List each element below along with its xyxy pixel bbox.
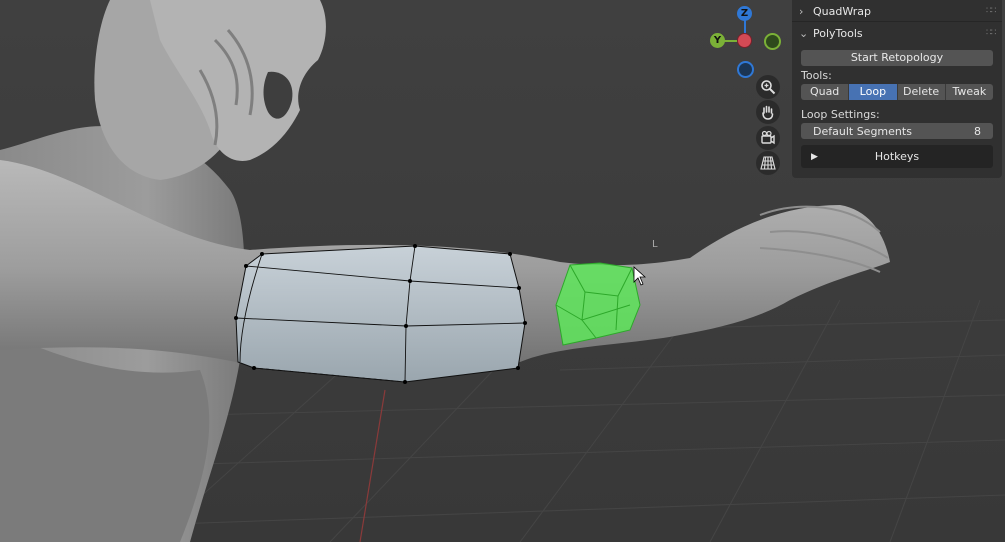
chevron-right-icon: › — [799, 4, 804, 18]
sidebar-panel: › QuadWrap ∷∷ ⌄ PolyTools ∷∷ Start Retop… — [792, 0, 1002, 178]
camera-icon — [761, 130, 775, 145]
viewport-overlay-label: L — [652, 239, 658, 250]
hotkeys-label: Hotkeys — [874, 150, 920, 163]
quadwrap-panel-header[interactable]: › QuadWrap ∷∷ — [792, 1, 1002, 21]
gizmo-x-axis[interactable] — [737, 33, 752, 48]
default-segments-value: 8 — [974, 124, 981, 138]
gizmo-z-axis[interactable]: Z — [737, 6, 752, 21]
retopo-mesh[interactable] — [235, 245, 526, 383]
hotkeys-subpanel-toggle[interactable]: ▶ Hotkeys — [801, 145, 993, 168]
gizmo-neg-z-axis[interactable] — [737, 61, 754, 78]
triangle-right-icon: ▶ — [811, 151, 818, 162]
tool-delete-button[interactable]: Delete — [897, 84, 946, 100]
tool-quad-button[interactable]: Quad — [801, 84, 850, 100]
gizmo-y-label: Y — [713, 35, 722, 46]
grid-perspective-icon — [760, 156, 776, 170]
tools-label: Tools: — [801, 69, 832, 82]
gizmo-neg-x-axis[interactable] — [764, 33, 781, 50]
navigation-gizmo[interactable]: Z Y — [706, 4, 782, 80]
chevron-down-icon: ⌄ — [799, 26, 809, 40]
tools-segmented-control: Quad Loop Delete Tweak — [801, 84, 993, 100]
polytools-panel-header[interactable]: ⌄ PolyTools ∷∷ — [792, 23, 1002, 43]
zoom-button[interactable] — [756, 75, 780, 99]
tool-tweak-button[interactable]: Tweak — [945, 84, 993, 100]
default-segments-field[interactable]: Default Segments 8 — [801, 123, 993, 139]
gizmo-y-axis[interactable]: Y — [710, 33, 725, 48]
loop-settings-label: Loop Settings: — [801, 108, 880, 121]
default-segments-label: Default Segments — [813, 124, 912, 138]
gizmo-z-label: Z — [740, 8, 749, 19]
zoom-icon — [761, 80, 776, 95]
drag-grip-icon[interactable]: ∷∷ — [986, 28, 1002, 38]
perspective-toggle-button[interactable] — [756, 151, 780, 175]
hand-pan-icon — [762, 105, 774, 120]
pan-button[interactable] — [756, 100, 780, 124]
panel-divider — [792, 21, 1002, 22]
drag-grip-icon[interactable]: ∷∷ — [986, 6, 1002, 16]
camera-view-button[interactable] — [756, 126, 780, 150]
start-retopology-button[interactable]: Start Retopology — [801, 50, 993, 66]
polytools-title: PolyTools — [813, 26, 863, 40]
tool-loop-button[interactable]: Loop — [849, 84, 898, 100]
quadwrap-title: QuadWrap — [813, 4, 871, 18]
